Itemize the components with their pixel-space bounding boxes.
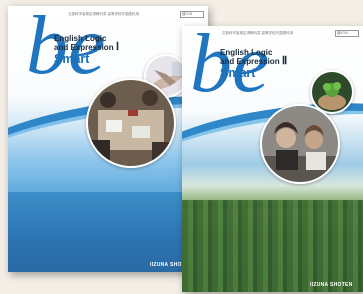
title-line-1: English Logic xyxy=(220,48,273,57)
book-title: English Logic and Expression Ⅱ xyxy=(220,48,288,67)
plant-image xyxy=(312,72,352,112)
people-photo xyxy=(260,104,340,184)
textbook-code: 論Ⅱ706 xyxy=(337,30,349,35)
subtitle-smart: Smart xyxy=(220,66,256,80)
textbook-code: 論Ⅰ706 xyxy=(182,11,193,16)
book-title: English Logic and Expression Ⅰ xyxy=(54,34,120,53)
sea-background xyxy=(8,192,208,272)
level-numeral: Ⅰ xyxy=(115,41,120,53)
subtitle-smart: Smart xyxy=(54,52,90,66)
title-line-2: and Expression Ⅰ xyxy=(54,41,120,53)
people-image xyxy=(262,106,338,182)
level-numeral: Ⅱ xyxy=(281,55,288,67)
meeting-image xyxy=(88,80,174,166)
title-line-2: and Expression Ⅱ xyxy=(220,55,288,67)
textbook-cover-1[interactable]: 文部科学省検定済教科書 高等学校外国語科用 論Ⅰ706 be English L… xyxy=(8,6,208,272)
forest-background xyxy=(182,200,363,292)
publisher-name: IIZUNA SHOTEN xyxy=(310,282,353,288)
textbook-cover-2[interactable]: 文部科学省検定済教科書 高等学校外国語科用 論Ⅱ706 be English L… xyxy=(182,26,363,292)
meeting-photo xyxy=(86,78,176,168)
title-line-1: English Logic xyxy=(54,34,107,43)
